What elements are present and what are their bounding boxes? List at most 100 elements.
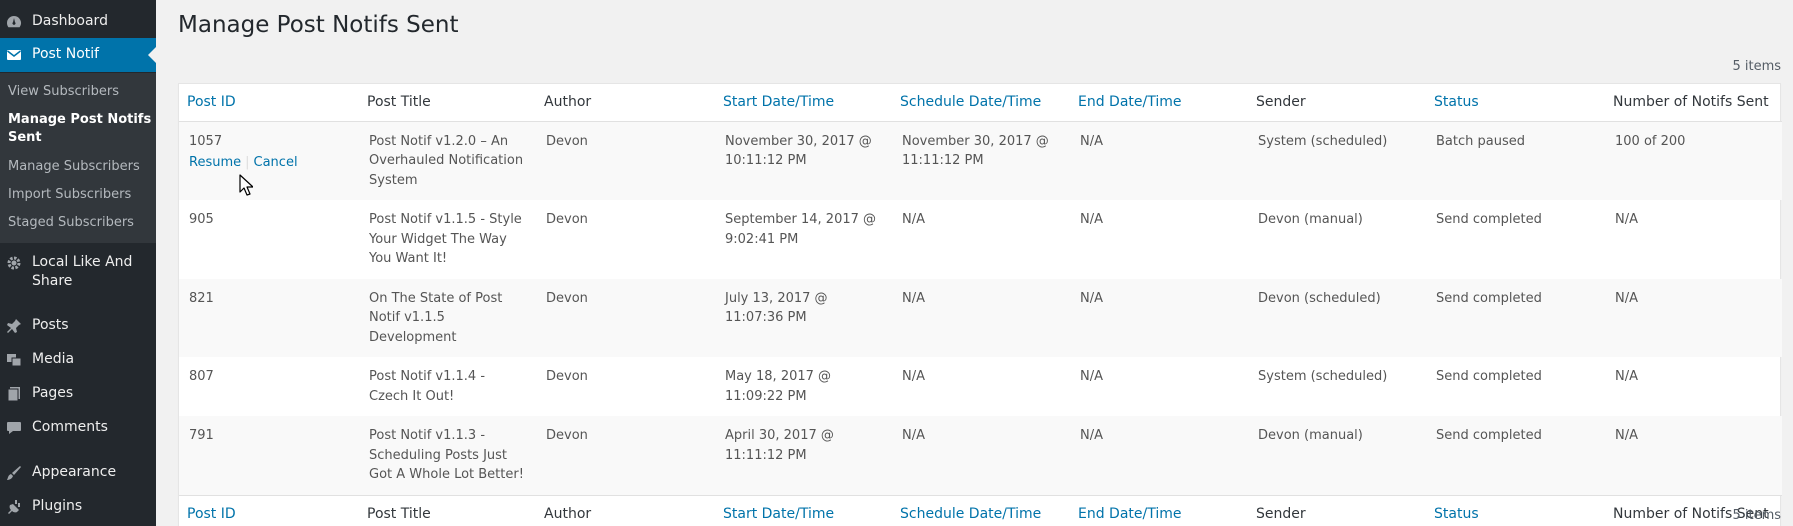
- column-author: Author: [536, 494, 715, 526]
- cell-status: Send completed: [1436, 212, 1542, 227]
- cell-status: Send completed: [1426, 278, 1605, 357]
- cell-author: Devon: [546, 212, 588, 227]
- sidebar-item-post-notif[interactable]: Post Notif: [0, 38, 156, 72]
- cell-notifs-sent: 100 of 200: [1605, 121, 1782, 200]
- sidebar-item-dashboard[interactable]: Dashboard: [0, 12, 156, 32]
- sidebar-item-label: Media: [32, 351, 75, 367]
- cell-post-id: 791: [179, 416, 359, 495]
- column-post-id[interactable]: Post ID: [179, 84, 359, 122]
- column-sender: Sender: [1248, 494, 1426, 526]
- cell-notifs-sent: N/A: [1615, 212, 1638, 227]
- submenu-item-import-subscribers[interactable]: Import Subscribers: [8, 186, 153, 204]
- plugin-icon: [6, 499, 22, 515]
- cell-sender: System (scheduled): [1248, 121, 1426, 200]
- sidebar-item-label: Appearance: [32, 464, 117, 480]
- column-sender: Sender: [1248, 84, 1426, 122]
- column-end-date[interactable]: End Date/Time: [1070, 494, 1248, 526]
- notifs-table: Post ID Post Title Author Start Date/Tim…: [178, 83, 1782, 526]
- column-post-title: Post Title: [359, 494, 536, 526]
- cell-end-date: N/A: [1070, 121, 1248, 200]
- sidebar-item-label: Dashboard: [32, 13, 108, 29]
- sidebar-item-label: Local Like And Share: [32, 254, 133, 289]
- submenu-item-manage-post-notifs-sent[interactable]: Manage Post Notifs Sent: [8, 111, 153, 147]
- cell-status: Send completed: [1436, 369, 1542, 384]
- resume-link[interactable]: Resume: [189, 155, 241, 170]
- pin-icon: [6, 318, 22, 334]
- cancel-link[interactable]: Cancel: [254, 155, 298, 170]
- cell-schedule-date: November 30, 2017 @ 11:11:12 PM: [892, 121, 1070, 200]
- row-actions: Resume | Cancel: [189, 153, 349, 173]
- cell-end-date: N/A: [1070, 416, 1248, 495]
- page-title: Manage Post Notifs Sent: [178, 12, 459, 38]
- cell-schedule-date: N/A: [902, 369, 925, 384]
- cell-author: Devon: [536, 416, 715, 495]
- sidebar-item-label: Posts: [32, 317, 69, 333]
- media-icon: [6, 352, 22, 368]
- cell-sender: Devon (scheduled): [1248, 278, 1426, 357]
- gear-icon: [6, 255, 22, 271]
- cell-notifs-sent: N/A: [1605, 278, 1782, 357]
- cell-sender: Devon (manual): [1248, 416, 1426, 495]
- cell-post-id: 1057 Resume | Cancel: [179, 121, 359, 200]
- cell-post-id: 821: [179, 278, 359, 357]
- comments-icon: [6, 420, 22, 436]
- table-row: 905 Post Notif v1.1.5 - Style Your Widge…: [179, 200, 1782, 279]
- cell-start-date: July 13, 2017 @ 11:07:36 PM: [715, 278, 892, 357]
- sidebar-item-comments[interactable]: Comments: [0, 418, 156, 438]
- table-row: 821 On The State of Post Notif v1.1.5 De…: [179, 278, 1782, 357]
- cell-sender: Devon (manual): [1258, 212, 1363, 227]
- submenu-item-staged-subscribers[interactable]: Staged Subscribers: [8, 214, 153, 232]
- cell-post-id: 807: [189, 369, 214, 384]
- cell-post-title: Post Notif v1.1.4 - Czech It Out!: [369, 369, 486, 404]
- current-menu-arrow: [148, 47, 156, 63]
- table-footer-row: Post ID Post Title Author Start Date/Tim…: [179, 494, 1782, 526]
- cell-start-date: September 14, 2017 @ 9:02:41 PM: [725, 212, 877, 247]
- cell-start-date: April 30, 2017 @ 11:11:12 PM: [715, 416, 892, 495]
- sidebar-item-label: Plugins: [32, 498, 83, 514]
- cell-status: Send completed: [1426, 416, 1605, 495]
- column-start-date[interactable]: Start Date/Time: [715, 84, 892, 122]
- column-post-id[interactable]: Post ID: [179, 494, 359, 526]
- cell-end-date: N/A: [1070, 278, 1248, 357]
- column-post-title: Post Title: [359, 84, 536, 122]
- post-id-value: 1057: [189, 133, 223, 149]
- cell-schedule-date: N/A: [902, 212, 925, 227]
- cell-author: Devon: [546, 369, 588, 384]
- main-content: Manage Post Notifs Sent 5 items Post ID …: [156, 0, 1793, 526]
- column-end-date[interactable]: End Date/Time: [1070, 84, 1248, 122]
- pages-icon: [6, 386, 22, 402]
- cell-schedule-date: N/A: [892, 416, 1070, 495]
- cell-post-id: 905: [189, 212, 214, 227]
- cell-end-date: N/A: [1080, 212, 1103, 227]
- sidebar-item-media[interactable]: Media: [0, 350, 156, 370]
- paintbrush-icon: [6, 465, 22, 481]
- cell-author: Devon: [536, 278, 715, 357]
- submenu-item-manage-subscribers[interactable]: Manage Subscribers: [8, 158, 153, 176]
- cell-start-date: May 18, 2017 @ 11:09:22 PM: [725, 369, 832, 404]
- sidebar-item-pages[interactable]: Pages: [0, 384, 156, 404]
- column-status[interactable]: Status: [1426, 84, 1605, 122]
- cell-start-date: November 30, 2017 @ 10:11:12 PM: [715, 121, 892, 200]
- items-count-top: 5 items: [1732, 59, 1781, 74]
- submenu-item-view-subscribers[interactable]: View Subscribers: [8, 83, 153, 101]
- cell-post-title: Post Notif v1.1.3 - Scheduling Posts Jus…: [359, 416, 536, 495]
- cell-sender: System (scheduled): [1258, 369, 1388, 384]
- sidebar-item-posts[interactable]: Posts: [0, 316, 156, 336]
- column-status[interactable]: Status: [1426, 494, 1605, 526]
- column-schedule-date[interactable]: Schedule Date/Time: [892, 494, 1070, 526]
- dashboard-icon: [6, 14, 22, 30]
- sidebar-item-label: Comments: [32, 419, 108, 435]
- cell-notifs-sent: N/A: [1605, 416, 1782, 495]
- column-schedule-date[interactable]: Schedule Date/Time: [892, 84, 1070, 122]
- sidebar-item-plugins[interactable]: Plugins: [0, 497, 156, 517]
- sidebar-item-appearance[interactable]: Appearance: [0, 463, 156, 483]
- email-icon: [6, 47, 22, 63]
- sidebar-item-local-like-and-share[interactable]: Local Like And Share: [0, 253, 156, 293]
- cell-author: Devon: [536, 121, 715, 200]
- column-notifs-sent: Number of Notifs Sent: [1605, 84, 1782, 122]
- column-start-date[interactable]: Start Date/Time: [715, 494, 892, 526]
- cell-end-date: N/A: [1080, 369, 1103, 384]
- cell-notifs-sent: N/A: [1615, 369, 1638, 384]
- table-row: 791 Post Notif v1.1.3 - Scheduling Posts…: [179, 416, 1782, 495]
- action-separator: |: [245, 155, 250, 170]
